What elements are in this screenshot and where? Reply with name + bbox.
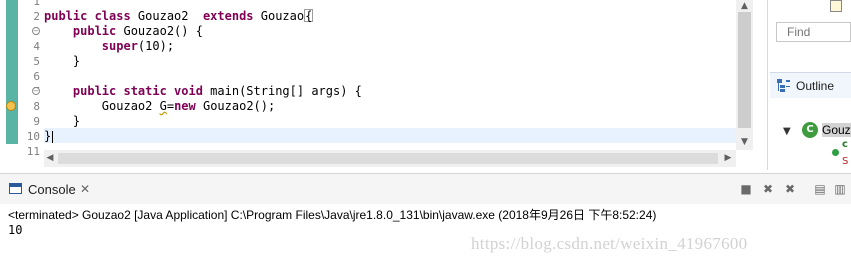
class-icon: C [802, 122, 818, 138]
keyword-token: new [174, 99, 203, 113]
warning-icon[interactable] [6, 101, 16, 111]
code-token: Gouzao [260, 9, 305, 23]
code-token: (10); [137, 39, 175, 53]
line-number: 2 [33, 10, 40, 23]
vertical-scroll-thumb[interactable] [738, 12, 751, 128]
code-line[interactable]: } [44, 129, 54, 144]
console-status-line: <terminated> Gouzao2 [Java Application] … [8, 208, 657, 222]
outline-class-label[interactable]: Gouzao2 [822, 123, 851, 137]
chevron-down-icon[interactable]: ▼ [783, 126, 791, 137]
outline-tab-label: Outline [796, 79, 835, 93]
change-ruler [6, 0, 18, 144]
matching-brace: { [304, 9, 314, 23]
console-output[interactable]: 10 [8, 223, 22, 237]
code-token: } [44, 129, 52, 143]
keyword-token: public class [44, 9, 138, 23]
code-line[interactable]: } [44, 114, 80, 129]
line-number: 9 [33, 115, 40, 128]
watermark: https://blog.csdn.net/weixin_41967600 [471, 234, 748, 253]
code-token: } [44, 114, 81, 128]
code-token: = [166, 99, 175, 113]
code-line[interactable]: Gouzao2 G=new Gouzao2(); [44, 99, 275, 114]
static-marker: S [842, 156, 849, 167]
scroll-lock-icon[interactable]: ▥ [833, 182, 847, 196]
code-token: Gouzao2 [137, 9, 203, 23]
scroll-left-icon[interactable]: ◀ [44, 152, 56, 164]
outline-icon [777, 79, 790, 92]
terminate-icon[interactable]: ■ [739, 182, 753, 196]
horizontal-scrollbar[interactable]: ◀ ▶ [44, 150, 736, 167]
code-token: } [44, 54, 81, 68]
scroll-down-icon[interactable]: ▼ [736, 136, 753, 148]
fold-toggle-icon[interactable]: − [32, 87, 40, 95]
line-number: 8 [33, 100, 40, 113]
keyword-token: public [44, 24, 124, 38]
console-view: Console ✕ ■ ✖ ✖ ▤ ▥ <terminated> Gouzao2… [0, 173, 851, 265]
code-line[interactable]: super(10); [44, 39, 174, 54]
line-number: 10 [26, 130, 40, 143]
console-icon [9, 183, 22, 194]
code-line[interactable]: } [44, 54, 80, 69]
tab-console[interactable]: Console [28, 182, 76, 197]
code-area[interactable]: public class Gouzao2 extends Gouzao{ pub… [44, 0, 736, 150]
line-number-ruler: 1234567891011−− [6, 0, 42, 158]
remove-launch-icon[interactable]: ✖ [761, 182, 775, 196]
line-number: 6 [33, 70, 40, 83]
code-line[interactable]: public class Gouzao2 extends Gouzao{ [44, 9, 314, 24]
line-number: 5 [33, 55, 40, 68]
scroll-right-icon[interactable]: ▶ [722, 152, 734, 164]
code-token: Gouzao2 [44, 99, 160, 113]
code-line[interactable]: public Gouzao2() { [44, 24, 203, 39]
warning-token: G [159, 99, 167, 113]
code-line[interactable]: public static void main(String[] args) { [44, 84, 362, 99]
keyword-token: public static void [44, 84, 211, 98]
close-icon[interactable]: ✕ [80, 182, 90, 196]
task-list-icon[interactable] [830, 0, 842, 12]
line-number: 11 [26, 145, 40, 158]
code-editor[interactable]: 1234567891011−− public class Gouzao2 ext… [0, 0, 768, 170]
find-input[interactable] [777, 23, 850, 41]
text-caret [52, 130, 54, 143]
outline-tree[interactable]: ▼ C Gouzao2 c S [770, 100, 851, 170]
fold-toggle-icon[interactable]: − [32, 27, 40, 35]
code-token: main(String[] args) { [210, 84, 362, 98]
right-panel: Outline ▼ C Gouzao2 c S [770, 0, 851, 170]
vertical-scrollbar[interactable]: ▲ ▼ [736, 0, 753, 150]
code-token: Gouzao2() { [123, 24, 203, 38]
public-method-icon [832, 149, 839, 156]
console-tabbar: Console ✕ ■ ✖ ✖ ▤ ▥ [0, 174, 851, 204]
keyword-token: super [44, 39, 138, 53]
scroll-up-icon[interactable]: ▲ [736, 0, 753, 12]
clear-console-icon[interactable]: ▤ [813, 182, 827, 196]
keyword-token: extends [202, 9, 261, 23]
code-token: Gouzao2(); [202, 99, 276, 113]
find-box[interactable] [776, 22, 851, 42]
horizontal-scroll-thumb[interactable] [58, 153, 718, 164]
line-number: 4 [33, 40, 40, 53]
tab-outline[interactable]: Outline [770, 72, 851, 98]
remove-all-terminated-icon[interactable]: ✖ [783, 182, 797, 196]
constructor-marker: c [842, 139, 848, 150]
line-number: 1 [33, 0, 40, 8]
